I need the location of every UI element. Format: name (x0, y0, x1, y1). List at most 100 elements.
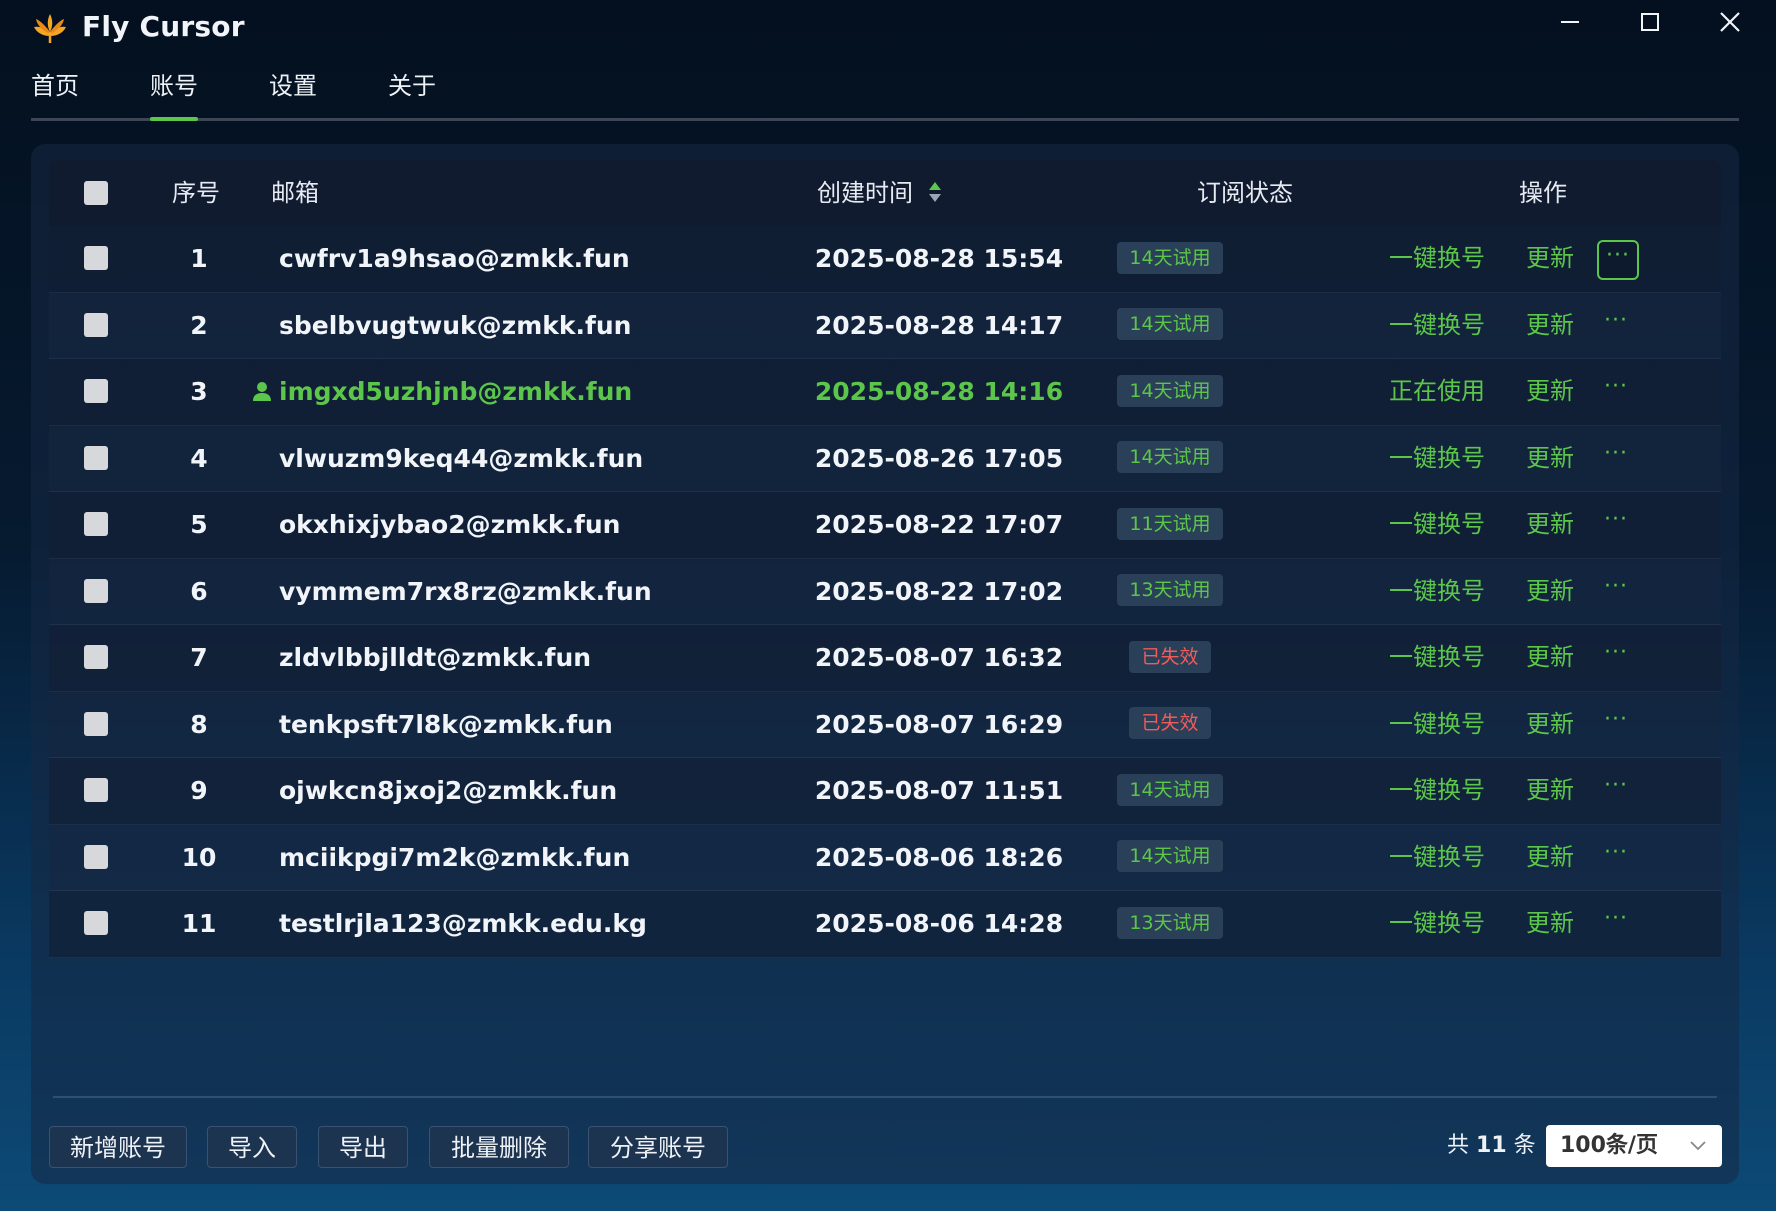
row-index: 4 (190, 443, 208, 473)
app-logo-icon (34, 14, 66, 43)
more-options-button[interactable]: ··· (1597, 772, 1635, 808)
row-index: 11 (181, 909, 217, 938)
update-button[interactable]: 更新 (1526, 426, 1586, 491)
row-checkbox[interactable] (84, 645, 108, 669)
chevron-down-icon (1690, 1141, 1706, 1151)
row-index: 7 (190, 643, 208, 672)
status-badge: 14天试用 (1117, 241, 1223, 274)
total-count: 共 11 条 (1447, 1126, 1536, 1166)
table-row: 5 okxhixjybao2@zmkk.fun 2025-08-22 17:07 11… (49, 492, 1721, 559)
tab-home[interactable]: 首页 (31, 68, 79, 116)
row-checkbox[interactable] (84, 246, 108, 270)
switch-account-button[interactable]: 一键换号 (1389, 625, 1509, 690)
row-checkbox[interactable] (84, 844, 108, 869)
sort-icon (928, 182, 941, 202)
row-email: zldvlbbjlldt@zmkk.fun (279, 643, 592, 672)
batch-delete-button[interactable]: 批量删除 (429, 1126, 569, 1168)
switch-account-button[interactable]: 一键换号 (1389, 692, 1509, 757)
more-options-button[interactable]: ··· (1597, 706, 1635, 742)
row-status-cell: 13天试用 (1049, 891, 1291, 956)
update-button[interactable]: 更新 (1526, 293, 1586, 358)
status-badge: 已失效 (1129, 640, 1211, 673)
more-options-button[interactable]: ··· (1597, 373, 1635, 409)
update-button[interactable]: 更新 (1526, 492, 1586, 557)
row-status-cell: 14天试用 (1049, 426, 1291, 491)
row-email: mciikpgi7m2k@zmkk.fun (279, 842, 631, 872)
more-options-button[interactable]: ··· (1597, 506, 1635, 542)
status-badge: 14天试用 (1117, 840, 1223, 872)
table-row: 2 sbelbvugtwuk@zmkk.fun 2025-08-28 14:17 14… (49, 292, 1721, 359)
more-options-button[interactable]: ··· (1597, 905, 1635, 941)
row-index: 8 (190, 709, 208, 739)
update-button[interactable]: 更新 (1526, 692, 1586, 757)
switch-account-button[interactable]: 一键换号 (1389, 891, 1509, 956)
update-button[interactable]: 更新 (1526, 625, 1586, 690)
more-options-button[interactable]: ··· (1597, 573, 1635, 609)
row-checkbox[interactable] (84, 312, 108, 337)
row-index: 2 (190, 310, 208, 340)
update-button[interactable]: 更新 (1526, 825, 1586, 890)
row-checkbox[interactable] (84, 778, 108, 802)
row-status-cell: 14天试用 (1049, 293, 1291, 358)
select-all-checkbox[interactable] (84, 181, 108, 205)
close-button[interactable] (1702, 2, 1758, 42)
update-button[interactable]: 更新 (1526, 891, 1586, 956)
switch-account-button[interactable]: 一键换号 (1389, 492, 1509, 557)
switch-account-button[interactable]: 一键换号 (1389, 226, 1509, 291)
table-row: 7 zldvlbbjlldt@zmkk.fun 2025-08-07 16:32 已失… (49, 625, 1721, 692)
update-button[interactable]: 更新 (1526, 559, 1586, 624)
row-email: tenkpsft7l8k@zmkk.fun (279, 709, 613, 739)
maximize-button[interactable] (1622, 2, 1678, 42)
row-email-cell: cwfrv1a9hsao@zmkk.fun (279, 226, 759, 291)
row-checkbox[interactable] (84, 379, 108, 403)
minimize-button[interactable] (1542, 2, 1598, 42)
switch-account-button[interactable]: 一键换号 (1389, 426, 1509, 491)
export-button[interactable]: 导出 (318, 1126, 408, 1168)
row-index: 3 (190, 377, 208, 406)
row-checkbox[interactable] (84, 911, 108, 935)
row-checkbox[interactable] (84, 578, 108, 603)
row-checkbox[interactable] (84, 445, 108, 470)
header-created-label: 创建时间 (817, 179, 913, 207)
header-created[interactable]: 创建时间 (817, 160, 943, 226)
more-options-button[interactable]: ··· (1597, 240, 1639, 280)
switch-account-button[interactable]: 一键换号 (1389, 559, 1509, 624)
switch-account-button[interactable]: 一键换号 (1389, 758, 1509, 823)
update-button[interactable]: 更新 (1526, 226, 1586, 291)
row-status-cell: 11天试用 (1049, 492, 1291, 557)
row-checkbox[interactable] (84, 512, 108, 536)
total-prefix: 共 (1447, 1133, 1470, 1158)
table-header: 序号 邮箱 创建时间 订阅状态 操作 (49, 160, 1721, 226)
maximize-icon (1641, 13, 1659, 31)
more-options-button[interactable]: ··· (1597, 639, 1635, 675)
header-status: 订阅状态 (1197, 179, 1293, 207)
status-badge: 已失效 (1129, 707, 1211, 739)
switch-account-button[interactable]: 一键换号 (1389, 293, 1509, 358)
switch-account-button[interactable]: 一键换号 (1389, 825, 1509, 890)
status-badge: 13天试用 (1117, 574, 1223, 606)
share-account-button[interactable]: 分享账号 (588, 1126, 728, 1168)
row-status-cell: 14天试用 (1049, 226, 1291, 291)
status-badge: 14天试用 (1117, 773, 1223, 806)
row-email-cell: mciikpgi7m2k@zmkk.fun (279, 825, 759, 890)
update-button[interactable]: 更新 (1526, 359, 1586, 424)
more-options-button[interactable]: ··· (1597, 307, 1635, 343)
more-options-button[interactable]: ··· (1597, 839, 1635, 875)
tab-about[interactable]: 关于 (388, 68, 436, 116)
update-button[interactable]: 更新 (1526, 758, 1586, 823)
status-badge: 14天试用 (1117, 374, 1223, 407)
row-email-cell: sbelbvugtwuk@zmkk.fun (279, 293, 759, 358)
page-size-select[interactable]: 100条/页 (1546, 1125, 1722, 1167)
row-email-cell: okxhixjybao2@zmkk.fun (279, 492, 759, 557)
tab-accounts[interactable]: 账号 (150, 68, 198, 121)
row-index: 6 (190, 576, 208, 606)
import-button[interactable]: 导入 (207, 1126, 297, 1168)
row-email: okxhixjybao2@zmkk.fun (279, 510, 621, 539)
row-email: vlwuzm9keq44@zmkk.fun (279, 443, 644, 473)
add-account-button[interactable]: 新增账号 (49, 1126, 187, 1168)
row-email-cell: zldvlbbjlldt@zmkk.fun (279, 625, 759, 690)
more-options-button[interactable]: ··· (1597, 440, 1635, 476)
row-checkbox[interactable] (84, 711, 108, 736)
row-email-cell: ojwkcn8jxoj2@zmkk.fun (279, 758, 759, 823)
tab-settings[interactable]: 设置 (269, 68, 317, 116)
